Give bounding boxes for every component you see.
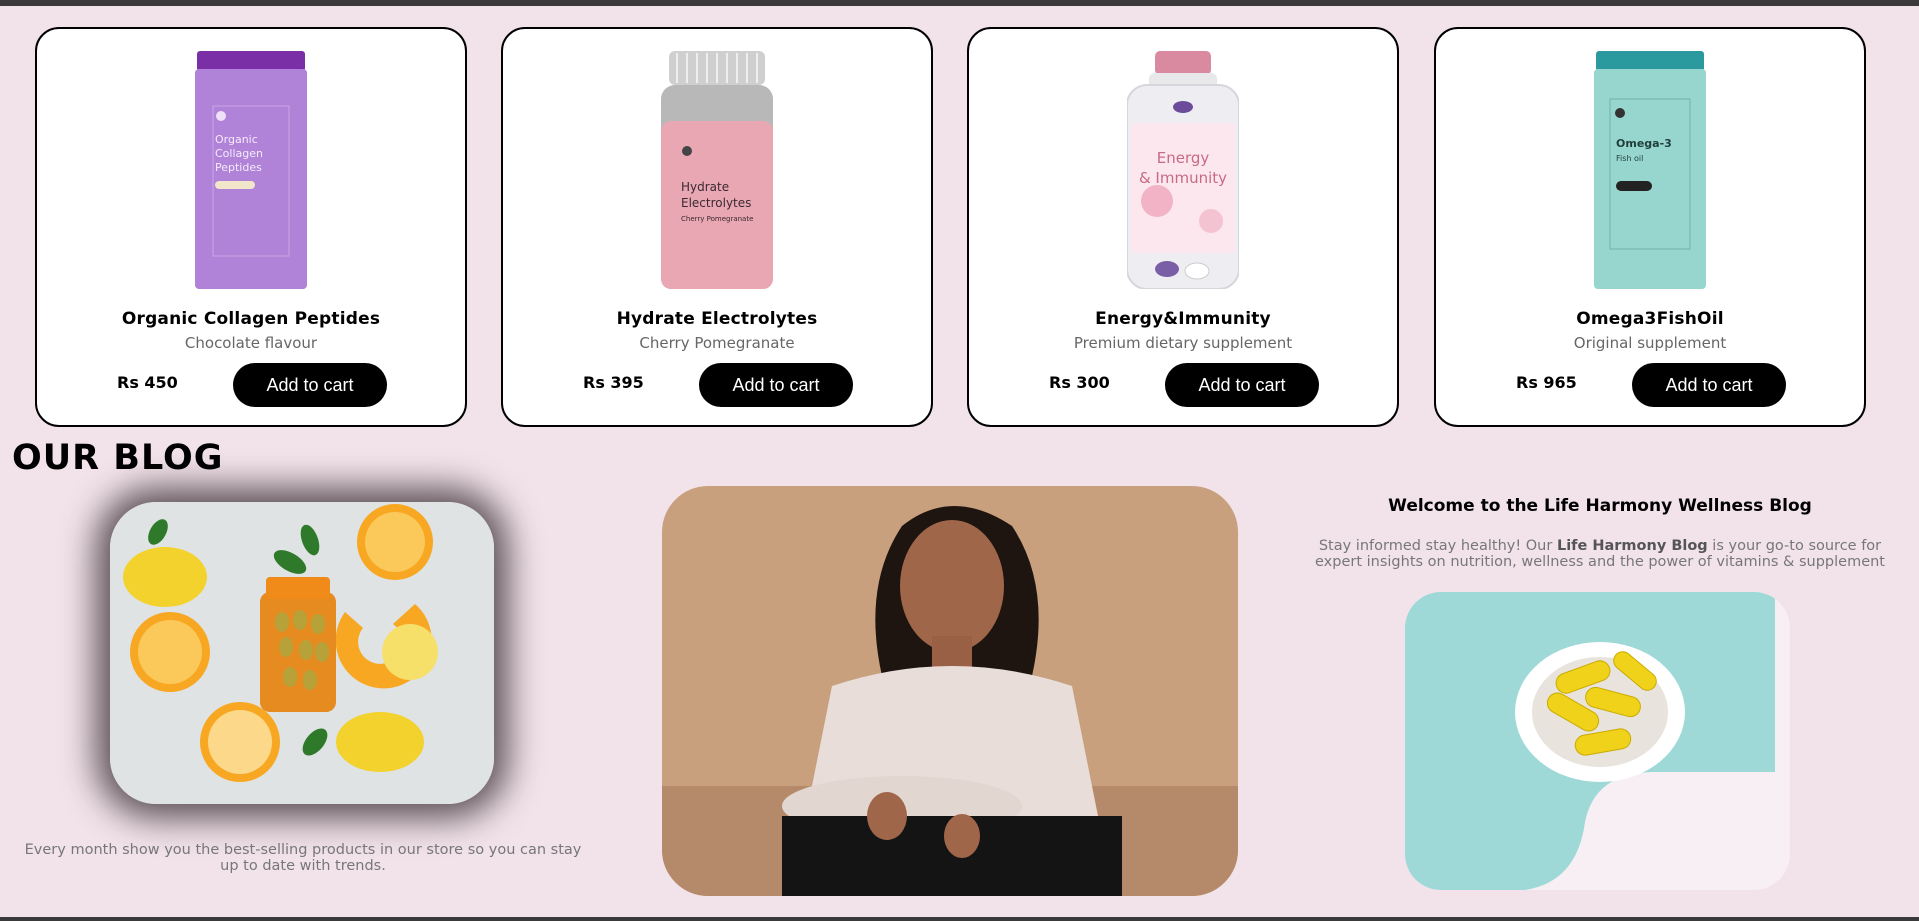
blog-heading: Welcome to the Life Harmony Wellness Blo… — [1388, 496, 1812, 516]
product-price: Rs 395 — [583, 373, 644, 392]
blog-name-bold: Life Harmony Blog — [1556, 538, 1708, 554]
electrolytes-label-2: Electrolytes — [681, 196, 751, 210]
capsules-bowl-image — [1405, 592, 1790, 890]
product-description: Chocolate flavour — [184, 334, 318, 352]
product-card[interactable]: Organic Collagen Peptides Organic Collag… — [35, 27, 467, 427]
blog-caption: Every month show you the best-selling pr… — [24, 842, 582, 874]
omega3-jar-image: Omega-3 Fish oil — [1594, 51, 1706, 289]
product-name: Energy&Immunity — [1095, 309, 1271, 329]
energy-label-1: Energy — [1157, 149, 1210, 167]
collagen-label-2: Collagen — [215, 147, 263, 160]
blog-section-title: OUR BLOG — [12, 438, 224, 478]
omega-label-2: Fish oil — [1616, 154, 1643, 163]
product-name: Organic Collagen Peptides — [121, 309, 381, 329]
electrolytes-bottle-image: Hydrate Electrolytes Cherry Pomegranate — [661, 51, 773, 289]
product-name: Omega3FishOil — [1576, 309, 1724, 329]
electrolytes-label-1: Hydrate — [681, 180, 729, 194]
product-card[interactable]: Hydrate Electrolytes Cherry Pomegranate … — [501, 27, 933, 427]
product-card[interactable]: Omega-3 Fish oil Omega3FishOil Original … — [1434, 27, 1866, 427]
citrus-vitamins-image — [110, 502, 494, 804]
energy-immunity-bottle-image: Energy & Immunity — [1127, 51, 1239, 289]
product-price: Rs 965 — [1516, 373, 1577, 392]
bottom-border — [0, 917, 1919, 921]
add-to-cart-button[interactable]: Add to cart — [233, 363, 387, 407]
product-name: Hydrate Electrolytes — [616, 309, 818, 329]
product-price: Rs 300 — [1049, 373, 1110, 392]
product-description: Original supplement — [1573, 334, 1727, 352]
product-price: Rs 450 — [117, 373, 178, 392]
top-border — [0, 0, 1919, 6]
add-to-cart-button[interactable]: Add to cart — [699, 363, 853, 407]
product-description: Premium dietary supplement — [1073, 334, 1293, 352]
product-description: Cherry Pomegranate — [639, 334, 795, 352]
energy-label-2: & Immunity — [1139, 169, 1227, 187]
blog-text-start: Stay informed stay healthy! Our — [1318, 538, 1557, 554]
collagen-jar-image: Organic Collagen Peptides — [195, 51, 307, 289]
blog-author-photo — [662, 486, 1238, 896]
electrolytes-label-3: Cherry Pomegranate — [681, 215, 753, 223]
add-to-cart-button[interactable]: Add to cart — [1165, 363, 1319, 407]
blog-intro-text: Stay informed stay healthy! Our Life Har… — [1310, 538, 1890, 570]
add-to-cart-button[interactable]: Add to cart — [1632, 363, 1786, 407]
collagen-label-3: Peptides — [215, 161, 262, 174]
product-card[interactable]: Energy & Immunity Energy&Immunity Premiu… — [967, 27, 1399, 427]
omega-label-1: Omega-3 — [1616, 137, 1672, 150]
collagen-label-1: Organic — [215, 133, 258, 146]
